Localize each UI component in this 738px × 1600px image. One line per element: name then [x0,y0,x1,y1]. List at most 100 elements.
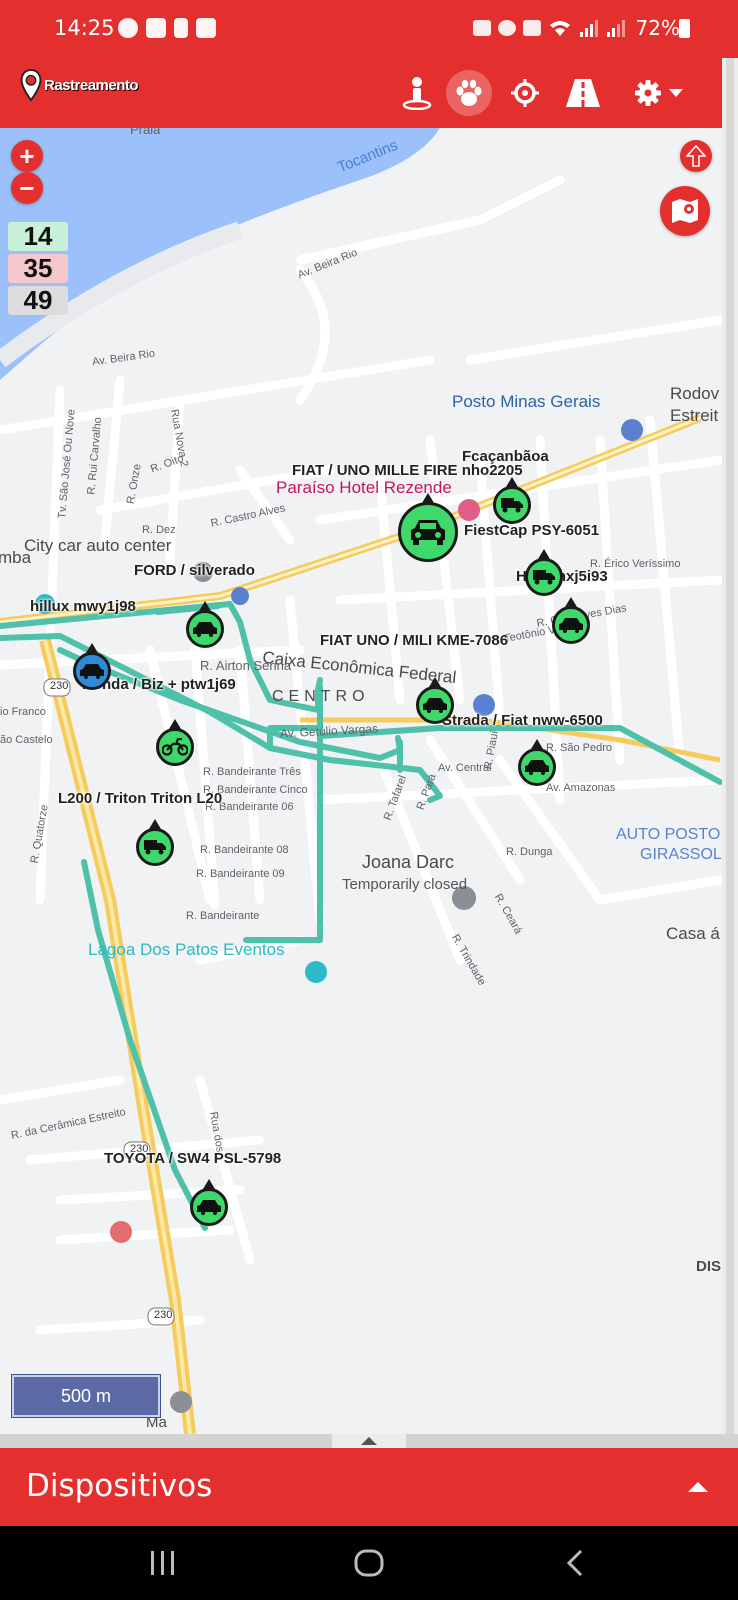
total-count-badge[interactable]: 49 [8,286,68,315]
map-view[interactable]: 230 230 230 Tocantins Praia Av. Beira Ri… [0,128,722,1434]
status-bar: 14:25 72% [0,0,738,58]
map-base [0,128,722,1434]
map-scale: 500 m [12,1375,160,1417]
devices-panel-title: Dispositivos [26,1468,213,1504]
signal-icon [579,20,598,37]
app-bar: Rastreamento [0,58,738,128]
vehicle-marker[interactable] [398,493,458,562]
home-button[interactable] [354,1548,384,1578]
vehicle-label[interactable]: TOYOTA / SW4 PSL-5798 [104,1150,281,1167]
offline-count-badge[interactable]: 35 [8,254,68,283]
truck-icon [144,840,166,855]
vehicle-label[interactable]: L200 / Triton Triton L20 [58,790,222,807]
recents-icon [151,1551,174,1575]
key-icon [472,20,491,36]
person-tool-button[interactable] [394,70,440,116]
car-icon [559,618,583,633]
street-label: R. São Pedro [546,742,613,754]
north-arrow-icon [686,145,706,167]
truck-icon [533,570,555,585]
poi-status: Temporarily closed [342,876,468,893]
vehicle-label[interactable]: FIAT / UNO MILLE FIRE nho2205 [292,462,523,479]
road-tool-button[interactable] [560,70,606,116]
system-nav-bar [0,1526,738,1600]
poi-label: GIRASSOL [640,846,722,863]
place-label: DIS [696,1258,722,1275]
car-icon [423,698,447,713]
recents-button[interactable] [150,1548,176,1578]
vehicle-label[interactable]: hillux mwy1j98 [30,598,136,615]
home-icon [354,1549,384,1577]
system-status: 72% [472,16,680,40]
expand-panel-icon[interactable] [688,1482,708,1492]
vehicle-label[interactable]: FIAT UNO / MILI KME-7086 [320,632,508,649]
paw-tool-button[interactable] [446,70,492,116]
street-label: R. Bandeirante Três [203,766,301,778]
image-icon [196,18,216,38]
online-count-badge[interactable]: 14 [8,222,68,251]
chevron-up-icon [361,1437,377,1445]
poi-label: City car auto center [24,536,172,555]
district-label: CENTRO [272,688,370,705]
vehicle-label[interactable]: FORD / silverado [134,562,255,579]
vehicle-label[interactable]: Strada / Fiat nww-6500 [442,712,603,729]
vehicle-marker[interactable] [493,477,531,524]
vehicle-marker[interactable] [156,719,194,766]
place-label: Rodov [670,384,720,403]
back-icon [566,1549,583,1577]
signal-icon [606,20,625,37]
place-label: Praia [130,128,161,137]
devices-panel[interactable]: Dispositivos [0,1448,738,1526]
map-layers-button[interactable] [660,186,710,236]
vehicle-marker[interactable] [190,1179,228,1226]
place-label: Estreit [670,406,719,425]
back-button[interactable] [566,1548,584,1578]
poi-label: AUTO POSTO [616,826,721,843]
settings-menu-button[interactable] [626,70,692,116]
place-label: mba [0,548,32,567]
mute-icon [522,20,541,36]
street-label: R. Bandeirante 08 [200,844,289,856]
vehicle-marker[interactable] [518,739,556,786]
person-icon [402,77,432,110]
lock-icon [174,18,188,38]
panel-drag-handle[interactable] [332,1434,406,1448]
vehicle-marker[interactable] [416,677,454,724]
wifi-icon [549,21,570,36]
street-label: R. Bandeirante 09 [196,868,285,880]
car-icon [525,760,549,775]
vehicle-label[interactable]: FiestCap PSY-6051 [464,522,599,539]
vehicle-marker[interactable] [73,643,111,690]
battery-percent: 72% [635,16,680,40]
chevron-down-icon [669,89,683,97]
poi-label: Joana Darc [362,852,455,872]
car-icon [411,520,445,545]
locate-tool-button[interactable] [502,70,548,116]
street-label: R. Dez [142,524,176,536]
street-label: R. Bandeirante [186,910,260,922]
compass-button[interactable] [680,140,712,172]
vehicle-marker[interactable] [525,549,563,596]
car-icon [197,1200,221,1215]
place-label: Casa á [666,924,720,943]
poi-label: Posto Minas Gerais [452,392,601,411]
logo-text: Rastreamento [44,76,139,94]
map-scrollbar[interactable] [722,58,738,1434]
zoom-in-button[interactable]: + [11,140,43,172]
car-icon [80,664,104,679]
whatsapp-icon [118,18,138,38]
app-logo[interactable]: Rastreamento [20,68,139,102]
highway-shield: 230 [154,1309,173,1321]
vehicle-marker[interactable] [136,819,174,866]
street-label: Av. Amazonas [546,782,616,794]
paw-icon [456,79,482,106]
zoom-out-button[interactable]: − [11,172,43,204]
logo-pin-icon [20,68,42,102]
street-label: io Franco [0,706,46,718]
highway-shield: 230 [50,680,69,692]
vehicle-marker[interactable] [186,601,224,648]
vehicle-marker[interactable] [552,597,590,644]
truck-icon [501,498,523,513]
notification-icons [118,18,216,38]
poi-label: Lagoa Dos Patos Eventos [88,940,285,959]
